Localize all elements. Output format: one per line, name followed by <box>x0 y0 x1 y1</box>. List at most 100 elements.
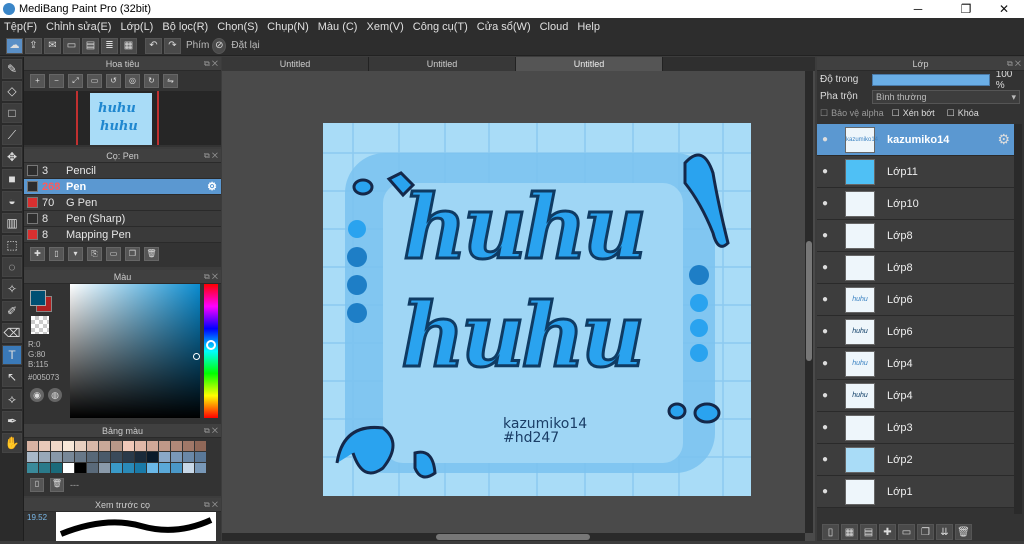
palette-swatch[interactable] <box>123 463 134 473</box>
layer-item[interactable]: ● Lớp8 <box>817 220 1014 252</box>
palette-swatch[interactable] <box>39 452 50 462</box>
canvas-vertical-scrollbar[interactable] <box>805 71 813 533</box>
list-icon[interactable]: ≣ <box>101 37 118 54</box>
palette-swatch[interactable] <box>75 463 86 473</box>
protect-alpha-checkbox[interactable]: ☐ <box>820 108 828 119</box>
menu-layer[interactable]: Lớp(L) <box>120 21 153 33</box>
new-palette-icon[interactable]: ▯ <box>30 478 44 492</box>
palette-swatch[interactable] <box>123 441 134 451</box>
palette-swatch[interactable] <box>39 441 50 451</box>
rect-tool-icon[interactable]: □ <box>2 103 22 123</box>
minimize-button[interactable]: ─ <box>900 0 936 18</box>
palette-swatch[interactable] <box>111 463 122 473</box>
layer-item[interactable]: ● Lớp1 <box>817 476 1014 508</box>
menu-snap[interactable]: Chụp(N) <box>267 21 309 33</box>
palette-swatch[interactable] <box>27 452 38 462</box>
bucket-tool-icon[interactable]: ◒ <box>2 191 22 211</box>
trash-icon[interactable]: 🗑 <box>955 524 972 540</box>
panel-close-icon[interactable]: ⧉ ✕ <box>204 270 218 284</box>
visibility-icon[interactable]: ● <box>817 390 833 401</box>
new-layer-icon[interactable]: ▯ <box>822 524 839 540</box>
visibility-icon[interactable]: ● <box>817 134 833 145</box>
palette-swatch[interactable] <box>183 441 194 451</box>
palette-swatch[interactable] <box>171 452 182 462</box>
select-rect-tool-icon[interactable]: ⬚ <box>2 235 22 255</box>
panel-close-icon[interactable]: ⧉ ✕ <box>204 424 218 438</box>
brush-item[interactable]: 3 Pencil <box>24 163 221 179</box>
visibility-icon[interactable]: ● <box>817 166 833 177</box>
duplicate-icon[interactable]: ❐ <box>125 247 140 261</box>
select-eraser-tool-icon[interactable]: ⌫ <box>2 323 22 343</box>
menu-help[interactable]: Help <box>577 21 600 33</box>
brush-tool-icon[interactable]: ✎ <box>2 59 22 79</box>
folder-icon[interactable]: ▭ <box>106 247 121 261</box>
palette-swatch[interactable] <box>63 463 74 473</box>
palette-swatch[interactable] <box>123 452 134 462</box>
palette-swatch[interactable] <box>135 463 146 473</box>
palette-swatch[interactable] <box>135 441 146 451</box>
scrollbar-thumb[interactable] <box>436 534 590 540</box>
palette-swatch[interactable] <box>63 441 74 451</box>
panel-close-icon[interactable]: ⧉ ✕ <box>204 149 218 163</box>
new-halftone-layer-icon[interactable]: ▦ <box>841 524 858 540</box>
visibility-icon[interactable]: ● <box>817 358 833 369</box>
palette-swatch[interactable] <box>195 441 206 451</box>
hue-slider[interactable] <box>204 284 218 418</box>
layer-item[interactable]: ● Lớp3 <box>817 412 1014 444</box>
scrollbar-thumb[interactable] <box>806 241 812 361</box>
tab-untitled-2[interactable]: Untitled <box>369 57 516 71</box>
gradient-tool-icon[interactable]: ▥ <box>2 213 22 233</box>
text-tool-icon[interactable]: T <box>2 345 22 365</box>
panel-close-icon[interactable]: ⧉ ✕ <box>1007 57 1021 71</box>
layer-item[interactable]: ● huhu Lớp6 <box>817 284 1014 316</box>
brush-item[interactable]: 70 G Pen <box>24 195 221 211</box>
menu-select[interactable]: Chọn(S) <box>217 21 258 33</box>
line-tool-icon[interactable]: ⟋ <box>2 125 22 145</box>
palette-swatch[interactable] <box>51 463 62 473</box>
palette-swatch[interactable] <box>111 452 122 462</box>
new-brush-icon[interactable]: ▯ <box>49 247 64 261</box>
actual-size-icon[interactable]: ▭ <box>87 74 102 88</box>
panel-close-icon[interactable]: ⧉ ✕ <box>204 57 218 71</box>
brush-item-selected[interactable]: 268 Pen ⚙ <box>24 179 221 195</box>
palette-swatch[interactable] <box>183 463 194 473</box>
redo-icon[interactable]: ↷ <box>164 37 181 54</box>
palette-swatch[interactable] <box>159 452 170 462</box>
rotate-right-icon[interactable]: ↻ <box>144 74 159 88</box>
comment-icon[interactable]: ✉ <box>44 37 61 54</box>
visibility-icon[interactable]: ● <box>817 326 833 337</box>
visibility-icon[interactable]: ● <box>817 454 833 465</box>
menu-tools[interactable]: Công cụ(T) <box>413 21 468 33</box>
color-settings-icon[interactable]: ◍ <box>48 388 62 402</box>
visibility-icon[interactable]: ● <box>817 422 833 433</box>
copy-brush-icon[interactable]: ⎘ <box>87 247 102 261</box>
panel-close-icon[interactable]: ⧉ ✕ <box>204 498 218 512</box>
gear-icon[interactable]: ⚙ <box>997 131 1010 148</box>
transparent-color-swatch[interactable] <box>31 316 49 334</box>
palette-swatch[interactable] <box>27 463 38 473</box>
tab-untitled-1[interactable]: Untitled <box>222 57 369 71</box>
drawing-canvas[interactable]: huhu huhu kazumiko14 #hd247 <box>323 123 751 496</box>
duplicate-layer-icon[interactable]: ❐ <box>917 524 934 540</box>
cloud-icon[interactable]: ☁ <box>6 37 23 54</box>
palette-swatch[interactable] <box>75 452 86 462</box>
lasso-tool-icon[interactable]: ◌ <box>2 257 22 277</box>
canvas-horizontal-scrollbar[interactable] <box>222 533 805 541</box>
flip-icon[interactable]: ⇋ <box>163 74 178 88</box>
magic-wand-tool-icon[interactable]: ✧ <box>2 279 22 299</box>
maximize-button[interactable]: ❐ <box>948 0 984 18</box>
layer-item-selected[interactable]: ● kazumiko14 kazumiko14 ⚙ <box>817 124 1014 156</box>
export-icon[interactable]: ⇪ <box>25 37 42 54</box>
visibility-icon[interactable]: ● <box>817 294 833 305</box>
tab-untitled-3[interactable]: Untitled <box>516 57 663 71</box>
palette-swatch[interactable] <box>171 463 182 473</box>
rotate-left-icon[interactable]: ↺ <box>106 74 121 88</box>
palette-swatch[interactable] <box>27 441 38 451</box>
fill-rect-tool-icon[interactable]: ■ <box>2 169 22 189</box>
dropper-tool-icon[interactable]: ⟡ <box>2 389 22 409</box>
palette-swatch[interactable] <box>171 441 182 451</box>
menu-edit[interactable]: Chỉnh sửa(E) <box>46 21 111 33</box>
merge-layer-icon[interactable]: ⇊ <box>936 524 953 540</box>
palette-swatch[interactable] <box>51 452 62 462</box>
brush-menu-icon[interactable]: ▾ <box>68 247 83 261</box>
